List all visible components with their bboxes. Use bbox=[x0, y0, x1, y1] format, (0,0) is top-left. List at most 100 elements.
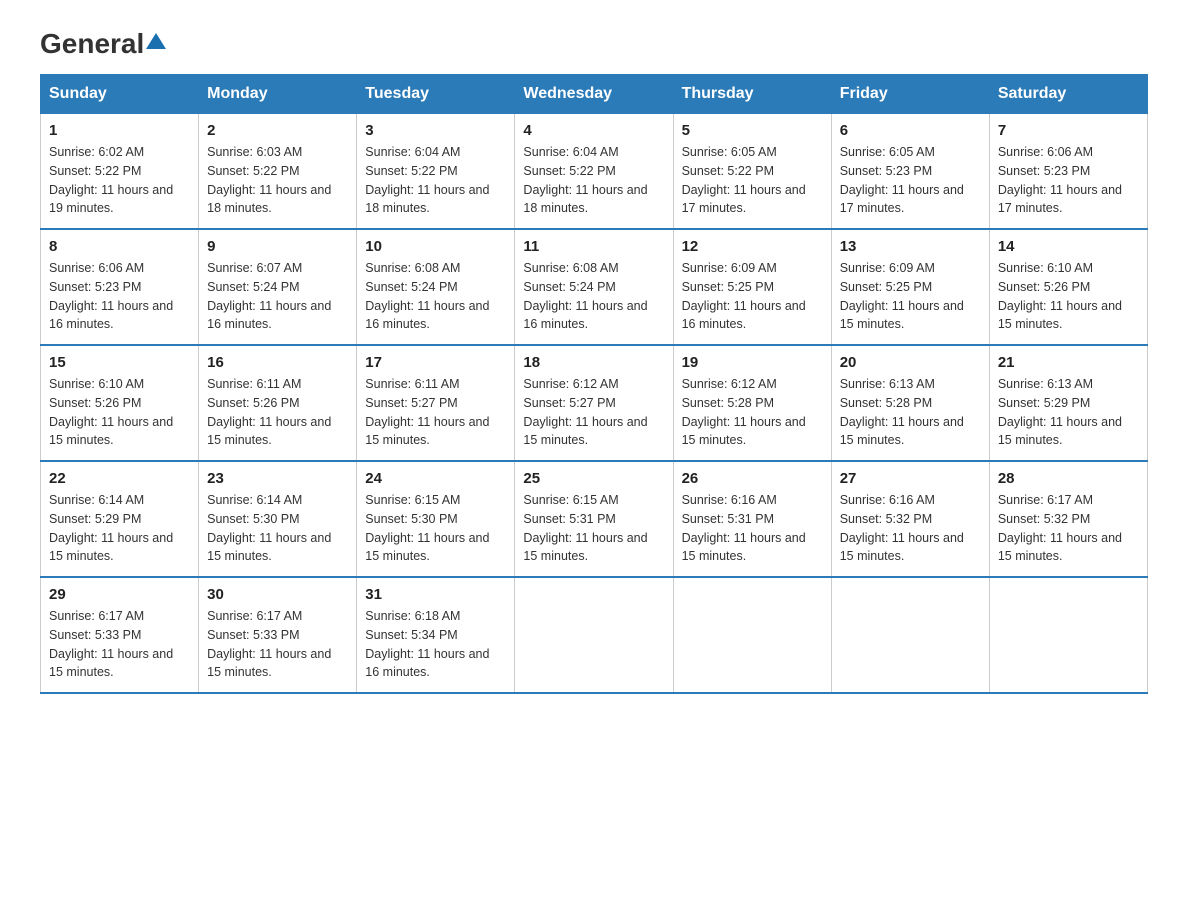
day-info: Sunrise: 6:12 AMSunset: 5:28 PMDaylight:… bbox=[682, 375, 823, 450]
day-number: 10 bbox=[365, 238, 506, 255]
calendar-cell bbox=[831, 577, 989, 693]
day-number: 30 bbox=[207, 586, 348, 603]
calendar-cell: 5 Sunrise: 6:05 AMSunset: 5:22 PMDayligh… bbox=[673, 114, 831, 230]
calendar-cell: 27 Sunrise: 6:16 AMSunset: 5:32 PMDaylig… bbox=[831, 461, 989, 577]
day-info: Sunrise: 6:15 AMSunset: 5:30 PMDaylight:… bbox=[365, 491, 506, 566]
week-row-4: 22 Sunrise: 6:14 AMSunset: 5:29 PMDaylig… bbox=[41, 461, 1148, 577]
day-info: Sunrise: 6:05 AMSunset: 5:22 PMDaylight:… bbox=[682, 143, 823, 218]
day-info: Sunrise: 6:08 AMSunset: 5:24 PMDaylight:… bbox=[523, 259, 664, 334]
calendar-cell: 20 Sunrise: 6:13 AMSunset: 5:28 PMDaylig… bbox=[831, 345, 989, 461]
calendar-cell: 7 Sunrise: 6:06 AMSunset: 5:23 PMDayligh… bbox=[989, 114, 1147, 230]
week-row-3: 15 Sunrise: 6:10 AMSunset: 5:26 PMDaylig… bbox=[41, 345, 1148, 461]
day-info: Sunrise: 6:16 AMSunset: 5:31 PMDaylight:… bbox=[682, 491, 823, 566]
page-header: General bbox=[40, 30, 1148, 54]
calendar-cell: 22 Sunrise: 6:14 AMSunset: 5:29 PMDaylig… bbox=[41, 461, 199, 577]
day-info: Sunrise: 6:14 AMSunset: 5:30 PMDaylight:… bbox=[207, 491, 348, 566]
week-row-2: 8 Sunrise: 6:06 AMSunset: 5:23 PMDayligh… bbox=[41, 229, 1148, 345]
day-info: Sunrise: 6:08 AMSunset: 5:24 PMDaylight:… bbox=[365, 259, 506, 334]
calendar-cell: 28 Sunrise: 6:17 AMSunset: 5:32 PMDaylig… bbox=[989, 461, 1147, 577]
day-number: 21 bbox=[998, 354, 1139, 371]
day-number: 28 bbox=[998, 470, 1139, 487]
day-number: 7 bbox=[998, 122, 1139, 139]
logo-triangle-icon bbox=[146, 31, 166, 51]
calendar-cell: 29 Sunrise: 6:17 AMSunset: 5:33 PMDaylig… bbox=[41, 577, 199, 693]
day-info: Sunrise: 6:12 AMSunset: 5:27 PMDaylight:… bbox=[523, 375, 664, 450]
calendar-cell: 13 Sunrise: 6:09 AMSunset: 5:25 PMDaylig… bbox=[831, 229, 989, 345]
calendar-cell: 18 Sunrise: 6:12 AMSunset: 5:27 PMDaylig… bbox=[515, 345, 673, 461]
day-info: Sunrise: 6:13 AMSunset: 5:28 PMDaylight:… bbox=[840, 375, 981, 450]
day-number: 5 bbox=[682, 122, 823, 139]
day-number: 14 bbox=[998, 238, 1139, 255]
calendar-cell: 31 Sunrise: 6:18 AMSunset: 5:34 PMDaylig… bbox=[357, 577, 515, 693]
day-number: 3 bbox=[365, 122, 506, 139]
calendar-cell: 4 Sunrise: 6:04 AMSunset: 5:22 PMDayligh… bbox=[515, 114, 673, 230]
day-number: 25 bbox=[523, 470, 664, 487]
day-number: 18 bbox=[523, 354, 664, 371]
calendar-cell bbox=[515, 577, 673, 693]
header-wednesday: Wednesday bbox=[515, 75, 673, 114]
day-number: 15 bbox=[49, 354, 190, 371]
calendar-cell: 19 Sunrise: 6:12 AMSunset: 5:28 PMDaylig… bbox=[673, 345, 831, 461]
day-number: 22 bbox=[49, 470, 190, 487]
calendar-cell bbox=[989, 577, 1147, 693]
header-friday: Friday bbox=[831, 75, 989, 114]
day-info: Sunrise: 6:17 AMSunset: 5:33 PMDaylight:… bbox=[207, 607, 348, 682]
calendar-cell: 17 Sunrise: 6:11 AMSunset: 5:27 PMDaylig… bbox=[357, 345, 515, 461]
day-number: 24 bbox=[365, 470, 506, 487]
calendar-cell: 16 Sunrise: 6:11 AMSunset: 5:26 PMDaylig… bbox=[199, 345, 357, 461]
calendar-cell: 3 Sunrise: 6:04 AMSunset: 5:22 PMDayligh… bbox=[357, 114, 515, 230]
calendar-cell: 9 Sunrise: 6:07 AMSunset: 5:24 PMDayligh… bbox=[199, 229, 357, 345]
day-number: 19 bbox=[682, 354, 823, 371]
calendar-cell: 6 Sunrise: 6:05 AMSunset: 5:23 PMDayligh… bbox=[831, 114, 989, 230]
day-number: 16 bbox=[207, 354, 348, 371]
logo-general: General bbox=[40, 30, 144, 58]
day-number: 13 bbox=[840, 238, 981, 255]
calendar-table: SundayMondayTuesdayWednesdayThursdayFrid… bbox=[40, 74, 1148, 694]
day-info: Sunrise: 6:04 AMSunset: 5:22 PMDaylight:… bbox=[523, 143, 664, 218]
header-tuesday: Tuesday bbox=[357, 75, 515, 114]
day-number: 2 bbox=[207, 122, 348, 139]
day-info: Sunrise: 6:11 AMSunset: 5:27 PMDaylight:… bbox=[365, 375, 506, 450]
day-info: Sunrise: 6:17 AMSunset: 5:32 PMDaylight:… bbox=[998, 491, 1139, 566]
day-number: 17 bbox=[365, 354, 506, 371]
day-number: 29 bbox=[49, 586, 190, 603]
day-info: Sunrise: 6:15 AMSunset: 5:31 PMDaylight:… bbox=[523, 491, 664, 566]
calendar-cell: 30 Sunrise: 6:17 AMSunset: 5:33 PMDaylig… bbox=[199, 577, 357, 693]
day-info: Sunrise: 6:16 AMSunset: 5:32 PMDaylight:… bbox=[840, 491, 981, 566]
calendar-cell: 10 Sunrise: 6:08 AMSunset: 5:24 PMDaylig… bbox=[357, 229, 515, 345]
calendar-cell: 8 Sunrise: 6:06 AMSunset: 5:23 PMDayligh… bbox=[41, 229, 199, 345]
day-info: Sunrise: 6:04 AMSunset: 5:22 PMDaylight:… bbox=[365, 143, 506, 218]
day-number: 11 bbox=[523, 238, 664, 255]
day-info: Sunrise: 6:17 AMSunset: 5:33 PMDaylight:… bbox=[49, 607, 190, 682]
day-info: Sunrise: 6:03 AMSunset: 5:22 PMDaylight:… bbox=[207, 143, 348, 218]
day-number: 1 bbox=[49, 122, 190, 139]
calendar-cell: 21 Sunrise: 6:13 AMSunset: 5:29 PMDaylig… bbox=[989, 345, 1147, 461]
calendar-cell: 26 Sunrise: 6:16 AMSunset: 5:31 PMDaylig… bbox=[673, 461, 831, 577]
day-info: Sunrise: 6:09 AMSunset: 5:25 PMDaylight:… bbox=[682, 259, 823, 334]
calendar-cell: 11 Sunrise: 6:08 AMSunset: 5:24 PMDaylig… bbox=[515, 229, 673, 345]
day-number: 31 bbox=[365, 586, 506, 603]
calendar-cell: 14 Sunrise: 6:10 AMSunset: 5:26 PMDaylig… bbox=[989, 229, 1147, 345]
header-monday: Monday bbox=[199, 75, 357, 114]
header-thursday: Thursday bbox=[673, 75, 831, 114]
calendar-cell: 2 Sunrise: 6:03 AMSunset: 5:22 PMDayligh… bbox=[199, 114, 357, 230]
logo: General bbox=[40, 30, 166, 54]
day-number: 4 bbox=[523, 122, 664, 139]
day-info: Sunrise: 6:10 AMSunset: 5:26 PMDaylight:… bbox=[998, 259, 1139, 334]
day-number: 20 bbox=[840, 354, 981, 371]
day-info: Sunrise: 6:07 AMSunset: 5:24 PMDaylight:… bbox=[207, 259, 348, 334]
day-info: Sunrise: 6:09 AMSunset: 5:25 PMDaylight:… bbox=[840, 259, 981, 334]
day-number: 23 bbox=[207, 470, 348, 487]
day-info: Sunrise: 6:06 AMSunset: 5:23 PMDaylight:… bbox=[998, 143, 1139, 218]
day-info: Sunrise: 6:18 AMSunset: 5:34 PMDaylight:… bbox=[365, 607, 506, 682]
day-info: Sunrise: 6:14 AMSunset: 5:29 PMDaylight:… bbox=[49, 491, 190, 566]
day-info: Sunrise: 6:05 AMSunset: 5:23 PMDaylight:… bbox=[840, 143, 981, 218]
calendar-cell: 25 Sunrise: 6:15 AMSunset: 5:31 PMDaylig… bbox=[515, 461, 673, 577]
calendar-cell bbox=[673, 577, 831, 693]
day-number: 6 bbox=[840, 122, 981, 139]
calendar-cell: 15 Sunrise: 6:10 AMSunset: 5:26 PMDaylig… bbox=[41, 345, 199, 461]
day-number: 9 bbox=[207, 238, 348, 255]
day-number: 8 bbox=[49, 238, 190, 255]
calendar-cell: 24 Sunrise: 6:15 AMSunset: 5:30 PMDaylig… bbox=[357, 461, 515, 577]
day-info: Sunrise: 6:11 AMSunset: 5:26 PMDaylight:… bbox=[207, 375, 348, 450]
